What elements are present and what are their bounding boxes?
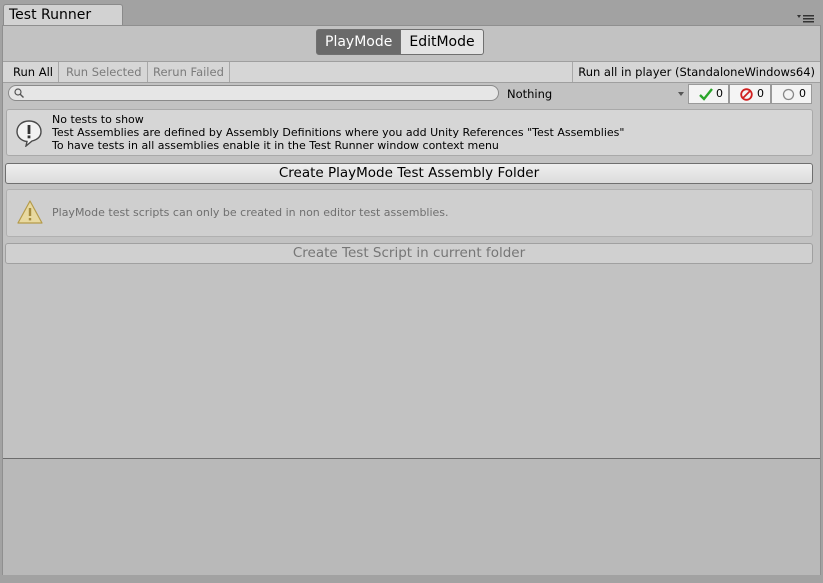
window-menu-icon[interactable] xyxy=(797,13,815,23)
info-message: No tests to show Test Assemblies are def… xyxy=(52,113,624,152)
category-dropdown-value: Nothing xyxy=(507,87,553,101)
passed-count: 0 xyxy=(716,87,723,100)
info-help-box: No tests to show Test Assemblies are def… xyxy=(6,109,813,156)
tab-strip: Test Runner xyxy=(0,0,823,26)
mode-toggle: PlayMode EditMode xyxy=(316,29,484,55)
search-input[interactable] xyxy=(8,85,499,101)
not-run-count: 0 xyxy=(799,87,806,100)
warning-icon xyxy=(17,200,43,224)
circle-icon xyxy=(782,88,795,101)
failed-filter-toggle[interactable]: 0 xyxy=(729,84,771,104)
failed-count: 0 xyxy=(757,87,764,100)
info-line-2: Test Assemblies are defined by Assembly … xyxy=(52,126,625,139)
rerun-failed-button[interactable]: Rerun Failed xyxy=(148,62,230,82)
warning-help-box: PlayMode test scripts can only be create… xyxy=(6,189,813,237)
info-line-3: To have tests in all assemblies enable i… xyxy=(52,139,499,152)
chevron-down-icon xyxy=(678,92,684,96)
run-selected-button[interactable]: Run Selected xyxy=(61,62,148,82)
search-icon xyxy=(14,88,24,98)
playmode-tab[interactable]: PlayMode xyxy=(316,29,402,55)
filter-row: Nothing 0 0 0 xyxy=(3,83,820,105)
details-pane xyxy=(3,458,820,575)
create-test-assembly-folder-button[interactable]: Create PlayMode Test Assembly Folder xyxy=(5,163,813,184)
run-all-button[interactable]: Run All xyxy=(8,62,59,82)
create-test-script-button[interactable]: Create Test Script in current folder xyxy=(5,243,813,264)
passed-filter-toggle[interactable]: 0 xyxy=(688,84,729,104)
test-runner-window: PlayMode EditMode Run All Run Selected R… xyxy=(2,25,821,575)
warning-message: PlayMode test scripts can only be create… xyxy=(52,206,449,219)
info-icon xyxy=(16,120,42,147)
forbidden-icon xyxy=(740,88,753,101)
editmode-tab[interactable]: EditMode xyxy=(401,29,484,55)
toolbar: Run All Run Selected Rerun Failed Run al… xyxy=(3,61,820,83)
category-dropdown[interactable]: Nothing xyxy=(501,84,688,104)
tab-test-runner[interactable]: Test Runner xyxy=(3,4,123,26)
info-line-1: No tests to show xyxy=(52,113,144,126)
run-all-in-player-button[interactable]: Run all in player (StandaloneWindows64) xyxy=(572,62,820,82)
not-run-filter-toggle[interactable]: 0 xyxy=(771,84,812,104)
checkmark-icon xyxy=(699,88,713,101)
